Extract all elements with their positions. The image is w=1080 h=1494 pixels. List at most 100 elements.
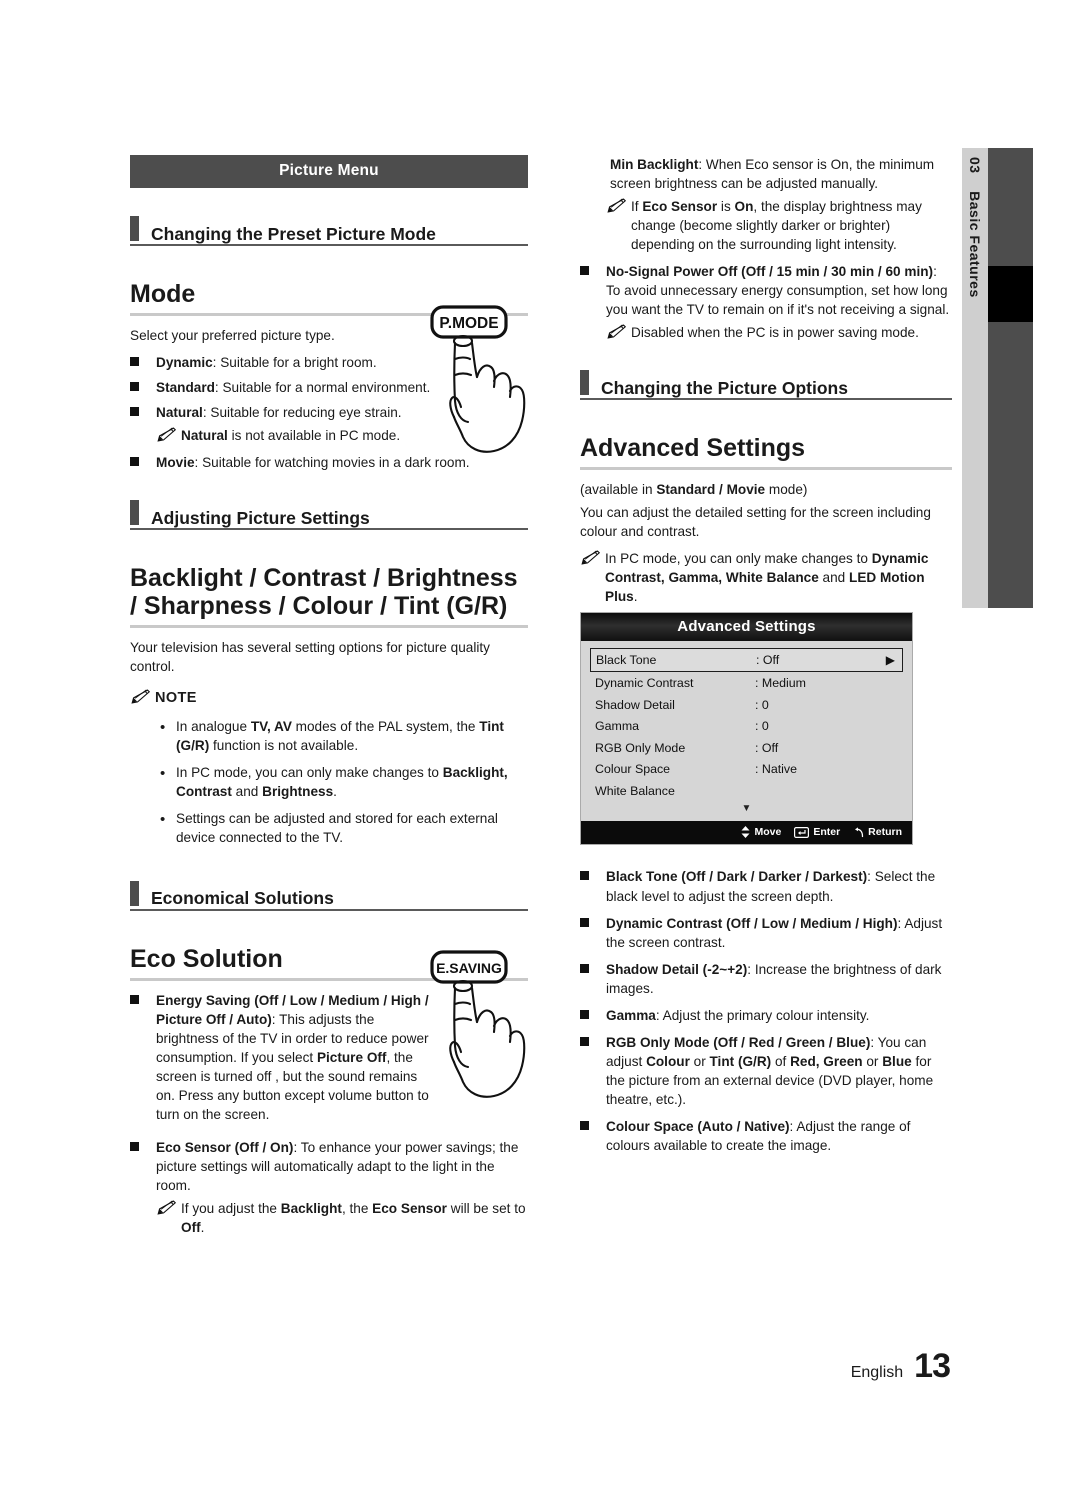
picture-settings-intro: Your television has several setting opti… [130,640,490,675]
remote-key-illustration-pmode: P.MODE [430,305,534,457]
osd-row-black-tone[interactable]: Black Tone : Off ▶ [590,648,903,673]
osd-footer-enter[interactable]: Enter [794,826,840,838]
square-bullet-icon [580,1006,606,1025]
osd-row-label: Colour Space [595,762,671,777]
bullet-text: Eco Sensor (Off / On): To enhance your p… [156,1139,519,1194]
note-block-title: NOTE [130,688,528,708]
pencil-icon [130,688,155,708]
list-item: Energy Saving (Off / Low / Medium / High… [130,991,430,1124]
subhead-tick-icon [580,370,589,396]
return-arrow-icon [855,827,864,838]
osd-row-label: Shadow Detail [595,697,675,712]
bullet-text: Colour Space (Auto / Native): Adjust the… [606,1118,911,1153]
note-text: In analogue TV, AV modes of the PAL syst… [176,718,504,753]
osd-row-label: RGB Only Mode [595,740,686,755]
note-title-label: NOTE [155,690,197,707]
bullet-text: No-Signal Power Off (Off / 15 min / 30 m… [606,264,950,318]
bullet-text: RGB Only Mode (Off / Red / Green / Blue)… [606,1034,934,1107]
osd-row-gamma[interactable]: Gamma : 0 [590,715,903,737]
pencil-icon [606,197,631,254]
osd-footer-move[interactable]: Move [741,826,781,839]
square-bullet-icon [580,867,606,905]
osd-row-white-balance[interactable]: White Balance [590,780,903,802]
osd-row-label: Gamma [595,719,640,734]
osd-row-label: White Balance [595,783,675,798]
min-backlight-paragraph: Min Backlight: When Eco sensor is On, th… [610,157,935,192]
list-item: Shadow Detail (-2~+2): Increase the brig… [580,960,952,998]
item-heading-advanced-settings: Advanced Settings [580,434,952,471]
osd-footer-label: Return [868,826,902,839]
picture-menu-banner: Picture Menu [130,155,528,188]
note-eco-sensor-brightness: If Eco Sensor is On, the display brightn… [606,197,952,254]
subhead-label: Economical Solutions [151,888,334,909]
square-bullet-icon [580,1033,606,1109]
subhead-label: Changing the Picture Options [601,377,848,398]
osd-title: Advanced Settings [581,613,912,642]
square-bullet-icon [130,353,156,372]
chapter-number: 03 [967,157,983,174]
list-item: Black Tone (Off / Dark / Darker / Darkes… [580,867,952,905]
scroll-down-icon[interactable]: ▼ [590,801,903,819]
advanced-settings-availability: (available in Standard / Movie mode) [580,482,808,498]
list-item: Dynamic Contrast (Off / Low / Medium / H… [580,914,952,952]
pencil-icon [156,426,181,445]
list-item: No-Signal Power Off (Off / 15 min / 30 m… [580,262,952,319]
square-bullet-icon [580,960,606,998]
bullet-text: Gamma: Adjust the primary colour intensi… [606,1007,870,1023]
up-down-arrow-icon [741,826,750,839]
list-item: • In PC mode, you can only make changes … [160,763,528,801]
list-item: Gamma: Adjust the primary colour intensi… [580,1006,952,1025]
list-item: Colour Space (Auto / Native): Adjust the… [580,1117,952,1155]
subhead-tick-icon [130,880,139,906]
list-item: • In analogue TV, AV modes of the PAL sy… [160,717,528,755]
note-text: Settings can be adjusted and stored for … [176,810,498,845]
note-text: In PC mode, you can only make changes to… [605,551,929,605]
svg-text:P.MODE: P.MODE [439,315,498,332]
note-pc-mode-changes: In PC mode, you can only make changes to… [580,549,952,606]
osd-row-value: : 0 [755,697,769,712]
note-eco-sensor-backlight: If you adjust the Backlight, the Eco Sen… [156,1199,528,1237]
dot-bullet-icon: • [160,718,166,736]
osd-footer-return[interactable]: Return [853,826,902,838]
bullet-text: Dynamic Contrast (Off / Low / Medium / H… [606,915,943,950]
osd-row-value: : Medium [755,676,806,691]
right-column: Min Backlight: When Eco sensor is On, th… [580,155,952,1155]
pencil-icon [580,549,605,606]
osd-row-label: Dynamic Contrast [595,676,694,691]
advanced-settings-osd: Advanced Settings Black Tone : Off ▶ Dyn… [580,612,913,846]
osd-row-label: Black Tone [596,653,657,668]
note-text: In PC mode, you can only make changes to… [176,764,508,799]
chevron-right-icon: ▶ [885,653,895,668]
chapter-tab-marker [988,266,1033,322]
subhead-tick-icon [130,216,139,241]
osd-row-value: : 0 [755,719,769,734]
osd-row-dynamic-contrast[interactable]: Dynamic Contrast : Medium [590,672,903,694]
svg-text:E.SAVING: E.SAVING [436,960,502,976]
dot-bullet-icon: • [160,810,166,828]
subhead-tick-icon [130,500,139,526]
osd-footer-label: Enter [813,826,841,839]
chapter-title: Basic Features [967,191,983,298]
note-pc-power-saving: Disabled when the PC is in power saving … [606,323,952,342]
osd-row-rgb-only-mode[interactable]: RGB Only Mode : Off [590,737,903,759]
square-bullet-icon [130,1138,156,1195]
square-bullet-icon [580,262,606,319]
osd-row-shadow-detail[interactable]: Shadow Detail : 0 [590,694,903,716]
osd-row-value: : Off [755,740,779,755]
pencil-icon [156,1199,181,1237]
bullet-text: Black Tone (Off / Dark / Darker / Darkes… [606,869,936,904]
subhead-label: Adjusting Picture Settings [151,507,370,528]
subhead-changing-preset-picture-mode: Changing the Preset Picture Mode [130,216,528,246]
enter-key-icon [794,826,810,838]
note-text: If Eco Sensor is On, the display brightn… [631,199,922,253]
osd-row-colour-space[interactable]: Colour Space : Native [590,758,903,780]
osd-row-value: : Off [756,653,780,668]
osd-body: Black Tone : Off ▶ Dynamic Contrast : Me… [581,641,912,822]
note-text: If you adjust the Backlight, the Eco Sen… [181,1201,526,1236]
dot-bullet-icon: • [160,764,166,782]
osd-footer: Move Enter Return [581,821,912,845]
square-bullet-icon [130,453,156,472]
subhead-changing-picture-options: Changing the Picture Options [580,370,952,401]
chapter-tab-text: 03 Basic Features [962,148,988,608]
subhead-label: Changing the Preset Picture Mode [151,223,436,244]
